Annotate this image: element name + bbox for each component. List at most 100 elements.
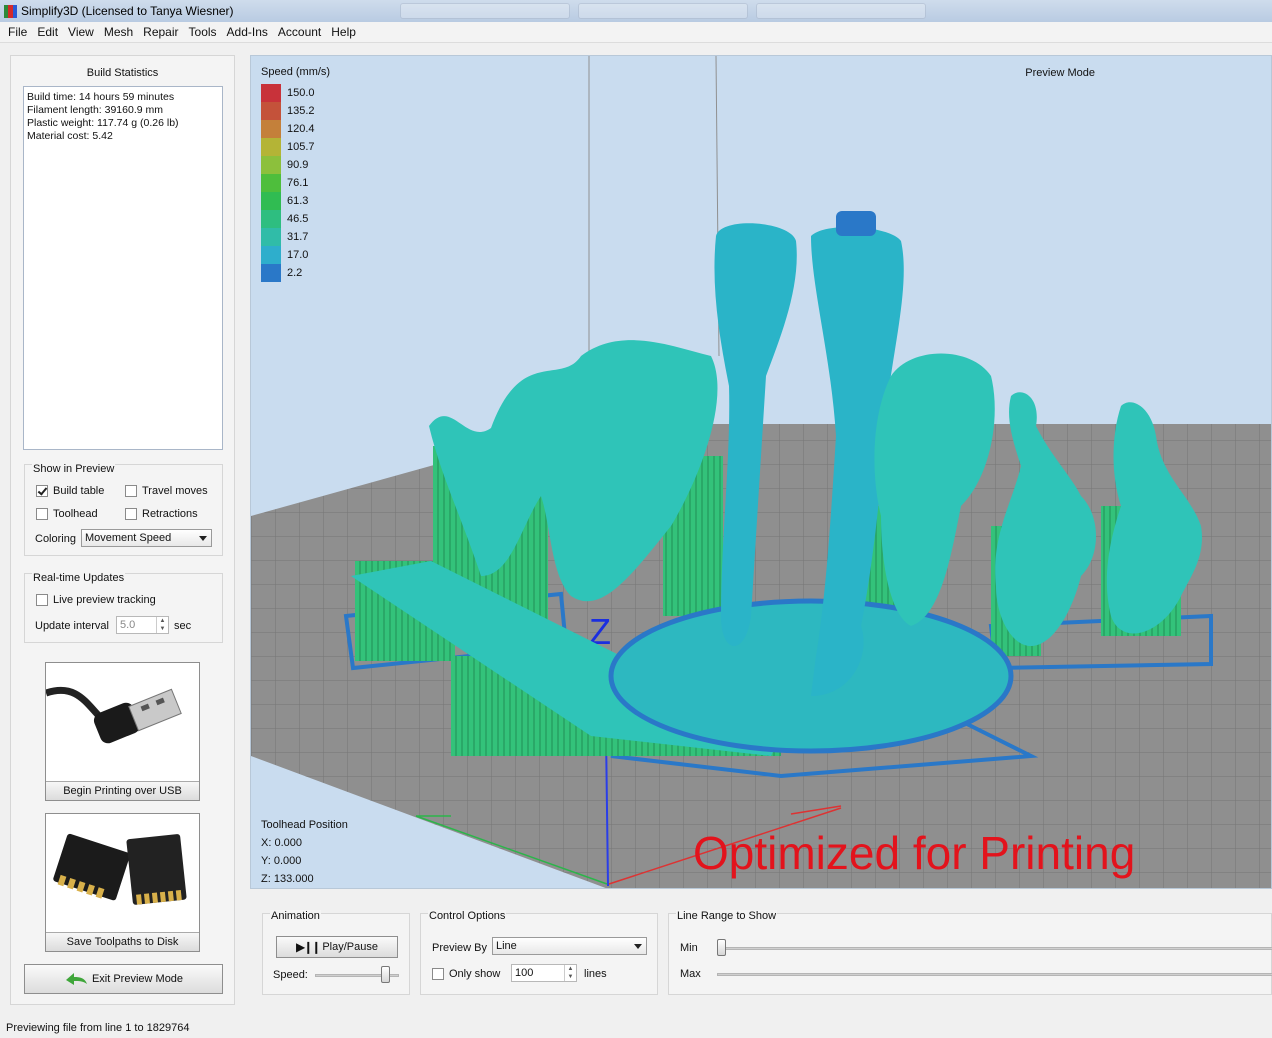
legend-row: 105.7 bbox=[261, 138, 330, 156]
legend-swatch bbox=[261, 264, 281, 282]
coloring-select[interactable]: Movement Speed bbox=[81, 529, 212, 547]
3d-preview-viewport[interactable]: Z Speed (mm/s) 150.0 135.2 120.4 105.7 9… bbox=[250, 55, 1272, 889]
speed-legend: Speed (mm/s) 150.0 135.2 120.4 105.7 90.… bbox=[261, 66, 330, 282]
menu-help[interactable]: Help bbox=[326, 22, 361, 42]
line-range-min-thumb[interactable] bbox=[717, 939, 726, 956]
spin-arrows-icon[interactable]: ▲ ▼ bbox=[156, 617, 168, 633]
save-toolpaths-button[interactable]: Save Toolpaths to Disk bbox=[45, 813, 200, 952]
legend-row: 76.1 bbox=[261, 174, 330, 192]
legend-swatch bbox=[261, 228, 281, 246]
line-range-group: Line Range to Show Min Max bbox=[668, 910, 1272, 995]
toolhead-check bbox=[36, 508, 48, 520]
play-pause-button[interactable]: ▶❙❙ Play/Pause bbox=[276, 936, 398, 958]
legend-swatch bbox=[261, 84, 281, 102]
play-pause-icon: ▶❙❙ bbox=[296, 940, 321, 954]
usb-cable-icon bbox=[46, 663, 199, 781]
model-peg bbox=[836, 211, 876, 236]
legend-swatch bbox=[261, 138, 281, 156]
only-show-spinbox[interactable]: 100 ▲ ▼ bbox=[511, 964, 577, 982]
retractions-checkbox[interactable]: Retractions bbox=[125, 508, 198, 520]
model-round-base bbox=[608, 598, 1014, 754]
stat-filament-length: Filament length: 39160.9 mm bbox=[27, 104, 163, 116]
toolhead-y: Y: 0.000 bbox=[261, 855, 302, 867]
legend-swatch bbox=[261, 210, 281, 228]
background-taskbar bbox=[400, 3, 926, 19]
update-interval-label: Update interval bbox=[35, 620, 109, 632]
legend-row: 120.4 bbox=[261, 120, 330, 138]
preview-by-select[interactable]: Line bbox=[492, 937, 647, 955]
control-options-group: Control Options Preview By Line Only sho… bbox=[420, 910, 658, 995]
update-interval-unit: sec bbox=[174, 620, 192, 632]
chevron-down-icon bbox=[199, 536, 207, 541]
menu-view[interactable]: View bbox=[63, 22, 99, 42]
legend-row: 31.7 bbox=[261, 228, 330, 246]
left-panel: Build Statistics Build time: 14 hours 59… bbox=[10, 55, 235, 1005]
update-interval-spinbox[interactable]: 5.0 ▲ ▼ bbox=[116, 616, 169, 634]
legend-row: 46.5 bbox=[261, 210, 330, 228]
toolhead-checkbox[interactable]: Toolhead bbox=[36, 508, 98, 520]
title-bar: Simplify3D (Licensed to Tanya Wiesner) bbox=[0, 0, 1272, 22]
build-table-check bbox=[36, 485, 48, 497]
menu-file[interactable]: File bbox=[3, 22, 32, 42]
status-bar: Previewing file from line 1 to 1829764 bbox=[0, 1019, 1272, 1038]
stat-build-time: Build time: 14 hours 59 minutes bbox=[27, 91, 175, 103]
travel-moves-checkbox[interactable]: Travel moves bbox=[125, 485, 208, 497]
sd-card-icon bbox=[46, 814, 199, 932]
legend-title: Speed (mm/s) bbox=[261, 66, 331, 78]
stat-plastic-weight: Plastic weight: 117.74 g (0.26 lb) bbox=[27, 117, 179, 129]
menu-tools[interactable]: Tools bbox=[184, 22, 222, 42]
toolhead-x: X: 0.000 bbox=[261, 837, 302, 849]
menu-bar: File Edit View Mesh Repair Tools Add-Ins… bbox=[0, 22, 1272, 43]
toolhead-position: Toolhead Position X: 0.000 Y: 0.000 Z: 1… bbox=[261, 816, 348, 888]
app-logo-icon bbox=[4, 4, 17, 18]
line-range-min-track[interactable] bbox=[717, 947, 1272, 950]
stat-material-cost: Material cost: 5.42 bbox=[27, 130, 113, 142]
legend-swatch bbox=[261, 174, 281, 192]
line-range-max-label: Max bbox=[680, 968, 701, 980]
legend-row: 90.9 bbox=[261, 156, 330, 174]
begin-printing-usb-label: Begin Printing over USB bbox=[46, 781, 199, 800]
build-statistics-title: Build Statistics bbox=[86, 67, 159, 79]
legend-swatch bbox=[261, 156, 281, 174]
coloring-label: Coloring bbox=[35, 533, 76, 545]
only-show-unit: lines bbox=[584, 968, 607, 980]
legend-swatch bbox=[261, 120, 281, 138]
preview-by-label: Preview By bbox=[432, 942, 488, 954]
line-range-title: Line Range to Show bbox=[676, 910, 778, 922]
legend-swatch bbox=[261, 192, 281, 210]
back-arrow-icon bbox=[65, 973, 87, 985]
begin-printing-usb-button[interactable]: Begin Printing over USB bbox=[45, 662, 200, 801]
legend-row: 17.0 bbox=[261, 246, 330, 264]
show-in-preview-title: Show in Preview bbox=[32, 463, 116, 475]
menu-edit[interactable]: Edit bbox=[32, 22, 63, 42]
save-toolpaths-label: Save Toolpaths to Disk bbox=[46, 932, 199, 951]
realtime-updates-group: Real-time Updates Live preview tracking … bbox=[24, 572, 223, 643]
live-preview-tracking-check bbox=[36, 594, 48, 606]
chevron-down-icon bbox=[634, 944, 642, 949]
speed-slider-thumb[interactable] bbox=[381, 966, 391, 983]
toolpath-scene[interactable]: Z bbox=[251, 56, 1272, 889]
spin-arrows-icon[interactable]: ▲ ▼ bbox=[564, 965, 576, 981]
menu-repair[interactable]: Repair bbox=[138, 22, 183, 42]
toolhead-position-title: Toolhead Position bbox=[261, 819, 348, 831]
control-options-title: Control Options bbox=[428, 910, 507, 922]
menu-add-ins[interactable]: Add-Ins bbox=[222, 22, 273, 42]
show-in-preview-group: Show in Preview Build table Travel moves… bbox=[24, 463, 223, 556]
speed-label: Speed: bbox=[273, 969, 308, 981]
build-table-checkbox[interactable]: Build table bbox=[36, 485, 104, 497]
preview-mode-label: Preview Mode bbox=[1025, 67, 1095, 79]
legend-swatch bbox=[261, 246, 281, 264]
line-range-max-track[interactable] bbox=[717, 973, 1272, 976]
travel-moves-check bbox=[125, 485, 137, 497]
only-show-checkbox[interactable]: Only show bbox=[432, 968, 500, 980]
exit-preview-mode-button[interactable]: Exit Preview Mode bbox=[24, 964, 223, 994]
window-title: Simplify3D (Licensed to Tanya Wiesner) bbox=[21, 4, 234, 18]
legend-row: 2.2 bbox=[261, 264, 330, 282]
menu-mesh[interactable]: Mesh bbox=[99, 22, 138, 42]
model-peg bbox=[736, 226, 768, 244]
only-show-check bbox=[432, 968, 444, 980]
live-preview-tracking-checkbox[interactable]: Live preview tracking bbox=[36, 594, 156, 606]
legend-swatch bbox=[261, 102, 281, 120]
build-statistics-box[interactable]: Build time: 14 hours 59 minutes Filament… bbox=[23, 86, 223, 450]
menu-account[interactable]: Account bbox=[273, 22, 326, 42]
